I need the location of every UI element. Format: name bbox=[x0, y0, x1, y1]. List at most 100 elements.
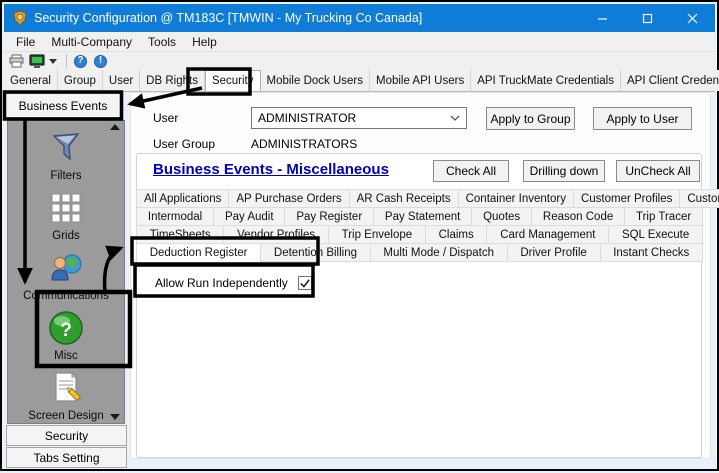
category-tab[interactable]: Card Management bbox=[486, 225, 610, 244]
help-icon[interactable]: ? bbox=[72, 54, 89, 69]
category-tab[interactable]: Customer Profiles bbox=[572, 189, 681, 208]
sidebar-item-filters[interactable]: Filters bbox=[8, 129, 124, 182]
category-tab[interactable]: TimeSheets bbox=[136, 225, 225, 244]
menu-item[interactable]: Multi-Company bbox=[43, 32, 140, 52]
screen-design-icon bbox=[47, 369, 85, 407]
business-events-groupbox: Business Events - Miscellaneous Check Al… bbox=[136, 153, 719, 458]
user-group-label: User Group bbox=[153, 137, 216, 151]
close-button[interactable] bbox=[670, 4, 715, 32]
svg-text:?: ? bbox=[60, 320, 72, 341]
apply-to-user-button[interactable]: Apply to User bbox=[593, 107, 692, 130]
user-dropdown-value: ADMINISTRATOR bbox=[258, 111, 357, 125]
category-tab-row-3: TimeSheets Vendor Profiles Trip Envelope Cl… bbox=[136, 225, 704, 244]
category-tab[interactable]: Trip Envelope bbox=[327, 225, 426, 244]
category-tab-row-4: Deduction Register Detention Billing Multi… bbox=[136, 243, 703, 262]
sidebar-item-screen-design[interactable]: Screen Design bbox=[8, 369, 124, 422]
checkmark-icon bbox=[300, 279, 310, 288]
print-icon[interactable] bbox=[8, 54, 25, 69]
category-tab[interactable]: AR Cash Receipts bbox=[348, 189, 459, 208]
chevron-down-icon bbox=[450, 115, 460, 121]
category-tab[interactable]: Pay Audit bbox=[213, 207, 286, 226]
main-tab[interactable]: Group bbox=[57, 70, 103, 91]
allow-run-checkbox[interactable] bbox=[297, 276, 312, 290]
security-tab-page: User ADMINISTRATOR Apply to Group Apply … bbox=[130, 92, 719, 459]
sidebar-label-filters: Filters bbox=[50, 170, 82, 182]
category-tab[interactable]: Customer Service bbox=[679, 189, 719, 208]
menu-item[interactable]: Help bbox=[184, 32, 225, 52]
menu-bar: File Multi-Company Tools Help bbox=[4, 32, 715, 52]
menu-item[interactable]: Tools bbox=[140, 32, 184, 52]
toolbar: ? ! bbox=[4, 52, 715, 70]
main-tab[interactable]: API TruckMate Credentials bbox=[471, 70, 621, 91]
category-tab[interactable]: Instant Checks bbox=[599, 243, 703, 262]
info-icon[interactable]: ! bbox=[92, 54, 109, 69]
scroll-up-icon[interactable] bbox=[110, 124, 120, 130]
category-tab-row-1: All Applications AP Purchase Orders AR Cas… bbox=[136, 189, 719, 208]
filters-icon bbox=[47, 129, 85, 167]
category-tab[interactable]: Container Inventory bbox=[457, 189, 574, 208]
main-tab[interactable]: Mobile API Users bbox=[370, 70, 472, 91]
sidebar-tabs-setting-button[interactable]: Tabs Setting bbox=[6, 447, 127, 468]
communications-icon bbox=[47, 249, 85, 287]
main-tab[interactable]: DB Rights bbox=[140, 70, 205, 91]
main-tab[interactable]: General bbox=[4, 70, 58, 91]
category-tab[interactable]: Reason Code bbox=[531, 207, 626, 226]
dropdown-caret-icon[interactable] bbox=[49, 58, 57, 64]
category-tab[interactable]: Claims bbox=[424, 225, 488, 244]
user-label: User bbox=[153, 111, 179, 125]
window-title: Security Configuration @ TM183C [TMWIN -… bbox=[34, 11, 423, 25]
main-tab-strip: General Group User DB Rights Security Mobile … bbox=[4, 70, 719, 92]
category-tab[interactable]: Intermodal bbox=[136, 207, 215, 226]
category-tab[interactable]: Trip Tracer bbox=[624, 207, 704, 226]
allow-run-label: Allow Run Independently bbox=[155, 276, 288, 290]
category-tab[interactable]: SQL Execute bbox=[608, 225, 704, 244]
category-tab[interactable]: AP Purchase Orders bbox=[228, 189, 350, 208]
scroll-down-icon[interactable] bbox=[110, 414, 120, 420]
category-tab[interactable]: Vendor Profiles bbox=[223, 225, 329, 244]
sidebar-label-screen-design: Screen Design bbox=[28, 410, 104, 422]
category-tab[interactable]: Pay Register bbox=[284, 207, 375, 226]
user-group-value: ADMINISTRATORS bbox=[251, 137, 358, 151]
toolbar-separator bbox=[66, 54, 67, 68]
sidebar-item-misc[interactable]: ? Misc bbox=[8, 309, 124, 362]
app-badge-icon bbox=[13, 10, 27, 26]
category-tab[interactable]: Deduction Register bbox=[136, 243, 262, 262]
maximize-button[interactable] bbox=[625, 4, 670, 32]
sidebar-panel: Filters Grids Communications ? Misc Scre… bbox=[7, 120, 125, 424]
sidebar-label-communications: Communications bbox=[23, 290, 109, 302]
window-controls bbox=[580, 4, 715, 32]
menu-item[interactable]: File bbox=[8, 32, 43, 52]
sidebar-business-events-button[interactable]: Business Events bbox=[5, 93, 121, 118]
uncheck-all-button[interactable]: UnCheck All bbox=[616, 160, 700, 182]
main-tab[interactable]: API Client Credentials bbox=[620, 70, 719, 91]
sidebar-item-grids[interactable]: Grids bbox=[8, 189, 124, 242]
screen-select-icon[interactable] bbox=[28, 54, 45, 69]
sidebar-item-communications[interactable]: Communications bbox=[8, 249, 124, 302]
app-window: Security Configuration @ TM183C [TMWIN -… bbox=[0, 0, 719, 471]
main-tab[interactable]: Security bbox=[204, 70, 261, 91]
main-tab[interactable]: Mobile Dock Users bbox=[260, 70, 370, 91]
category-tab[interactable]: Pay Statement bbox=[373, 207, 473, 226]
category-tab[interactable]: Multi Mode / Dispatch bbox=[369, 243, 508, 262]
misc-icon: ? bbox=[47, 309, 85, 347]
sidebar-label-grids: Grids bbox=[52, 230, 80, 242]
category-tab[interactable]: Quotes bbox=[471, 207, 533, 226]
sidebar: Business Events Filters Grids Communicat… bbox=[5, 92, 128, 468]
minimize-button[interactable] bbox=[580, 4, 625, 32]
main-tab[interactable]: User bbox=[102, 70, 141, 91]
drilling-down-button[interactable]: Drilling down bbox=[523, 160, 605, 182]
groupbox-heading: Business Events - Miscellaneous bbox=[153, 161, 389, 178]
category-tab-row-2: Intermodal Pay Audit Pay Register Pay State… bbox=[136, 207, 704, 226]
title-bar: Security Configuration @ TM183C [TMWIN -… bbox=[4, 4, 715, 32]
sidebar-label-misc: Misc bbox=[54, 350, 78, 362]
category-tab-rows: All Applications AP Purchase Orders AR Cas… bbox=[136, 189, 719, 262]
allow-run-row: Allow Run Independently bbox=[155, 276, 312, 290]
category-tab[interactable]: Driver Profile bbox=[506, 243, 601, 262]
check-all-button[interactable]: Check All bbox=[433, 160, 509, 182]
apply-to-group-button[interactable]: Apply to Group bbox=[486, 107, 575, 130]
sidebar-security-button[interactable]: Security bbox=[6, 425, 127, 446]
category-tab[interactable]: Detention Billing bbox=[260, 243, 371, 262]
user-dropdown[interactable]: ADMINISTRATOR bbox=[251, 107, 467, 129]
grids-icon bbox=[47, 189, 85, 227]
category-tab[interactable]: All Applications bbox=[136, 189, 230, 208]
